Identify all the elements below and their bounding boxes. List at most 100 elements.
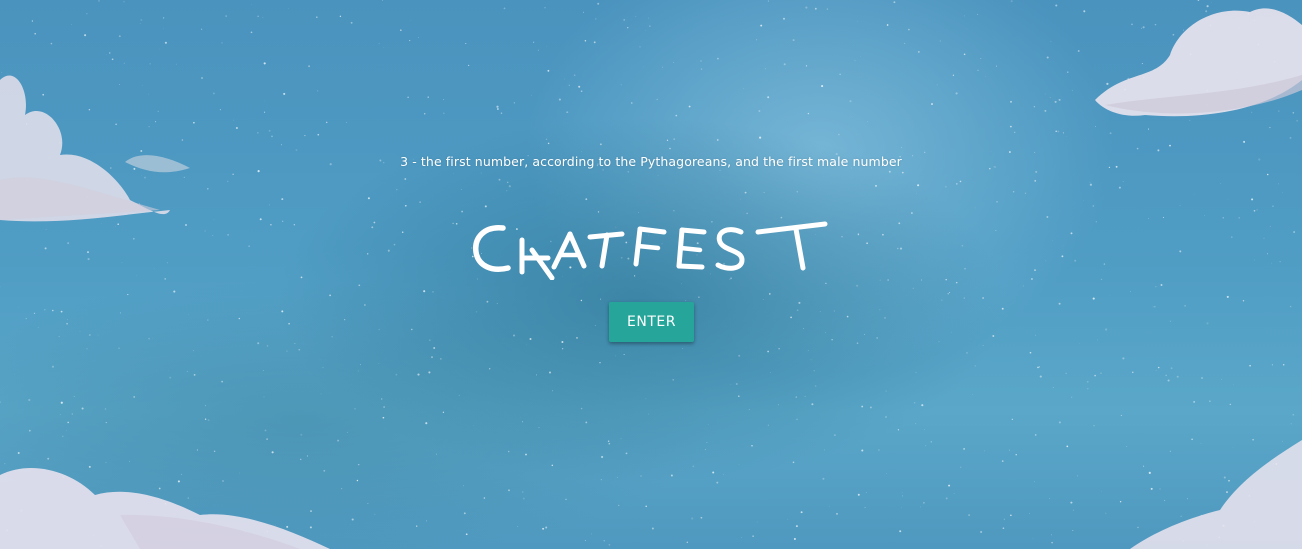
star [31,20,34,22]
star [955,92,958,95]
star [738,354,741,357]
star [877,449,880,451]
star [763,192,765,193]
star [968,514,970,516]
star [547,69,550,72]
star [58,336,60,338]
star [486,300,489,303]
star [1057,130,1060,133]
star [300,276,303,279]
star [814,7,817,10]
cloud-bottom-left [0,467,330,549]
star [1010,0,1013,3]
star [849,100,852,103]
star [566,111,568,113]
star [752,535,754,537]
star [1095,221,1097,223]
star [1058,98,1061,101]
star [346,431,348,433]
star [631,102,633,104]
star [917,184,920,187]
star [1012,191,1015,193]
star [1014,131,1016,133]
star [431,356,433,358]
star [526,344,527,346]
star [1266,173,1269,176]
star [339,15,342,18]
star [1009,449,1011,451]
star [418,37,419,38]
star [452,222,454,225]
star [730,383,732,385]
star [603,540,605,542]
star [1222,216,1225,219]
star [920,506,922,508]
star [798,301,801,304]
star [869,406,872,409]
star [850,115,852,117]
star [320,393,322,395]
star [1176,375,1179,378]
star [585,198,588,201]
star [1032,537,1034,539]
star [1003,518,1006,520]
star [768,293,771,295]
landing-page: 3 - the first number, according to the P… [0,0,1302,549]
star [67,421,70,424]
star [417,373,420,376]
star [86,348,88,350]
star [623,354,625,355]
star [1070,501,1073,504]
enter-button[interactable]: ENTER [609,302,694,342]
star [739,199,741,200]
star [263,62,266,65]
star [822,477,825,480]
star [1272,205,1274,207]
star [1209,400,1211,402]
cloud-bottom-right [1130,440,1302,549]
star [118,35,121,38]
star [396,188,398,191]
star [351,518,354,521]
star [1050,40,1052,42]
star [595,18,597,20]
star [395,373,398,376]
star [188,313,189,315]
star [643,66,645,68]
star [367,253,369,255]
star [1051,534,1052,536]
star [132,237,135,240]
star [304,135,306,137]
star [640,475,642,477]
star [866,242,868,244]
star [860,55,861,57]
star [268,129,271,132]
star [1269,225,1272,228]
star [645,398,647,400]
star [897,247,899,250]
star [25,317,27,320]
star [583,11,585,13]
star [608,543,611,546]
star [913,402,916,404]
star [738,395,740,398]
star [293,224,295,226]
star [1226,295,1229,298]
star [593,41,596,44]
star [833,310,835,312]
star [33,312,36,314]
star [62,435,64,438]
star [1206,322,1209,325]
star [576,337,578,339]
star [793,537,796,541]
star [620,84,622,86]
star [666,139,669,141]
star [331,336,333,338]
star [508,185,511,188]
star [915,423,917,425]
star [139,23,141,25]
star [298,349,300,351]
star [193,349,195,351]
star [544,7,546,9]
star [716,481,719,484]
